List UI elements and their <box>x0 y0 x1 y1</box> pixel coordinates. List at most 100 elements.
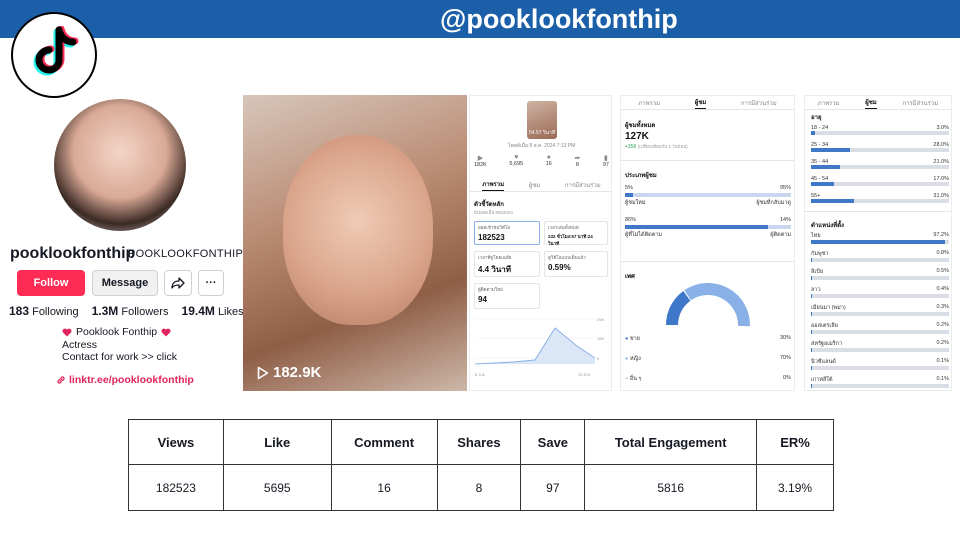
followers-count: 1.3M <box>91 304 119 318</box>
gender-legend-label: ● ชาย <box>625 335 640 343</box>
heart-icon <box>62 328 72 337</box>
metric-comments: ● 16 <box>545 154 552 167</box>
age-bar-row-track <box>811 165 949 169</box>
viewer-type-labels: ผู้ชมใหม่ ผู้ชมที่กลับมาดู <box>625 199 791 207</box>
location-bar-row-value: 0.2% <box>936 322 949 328</box>
message-button[interactable]: Message <box>92 270 158 296</box>
age-bar-row: 25 - 34 28.0% <box>811 142 949 152</box>
gender-legend-text: อื่น ๆ <box>629 376 642 382</box>
location-bar-row-value: 0.2% <box>936 340 949 346</box>
video-views-count: 182.9K <box>273 364 322 381</box>
location-bar-row-label: ลิเบีย 0.5% <box>811 268 949 276</box>
viewer-type-pcts: 5% 95% <box>625 185 791 191</box>
tab-viewers[interactable]: ผู้ชม <box>865 97 877 109</box>
gender-slice-1 <box>684 283 750 327</box>
age-bar-row-name: 55+ <box>811 193 821 199</box>
viewer-type-right-label: ผู้ชมที่กลับมาดู <box>756 200 791 206</box>
age-tabs: ภาพรวม ผู้ชม การมีส่วนร่วม <box>805 96 951 110</box>
location-bar-row-name: ไทย <box>811 233 821 239</box>
analytics-thumbnail: 54.57 วินาที <box>527 101 557 139</box>
video-thumbnail[interactable]: 182.9K <box>243 95 467 391</box>
more-button[interactable]: ··· <box>198 270 224 296</box>
tiktok-logo-icon <box>11 12 97 98</box>
age-bar-row-fill <box>811 148 850 152</box>
location-title: ตำแหน่งที่ตั้ง <box>811 223 844 229</box>
location-bar-row-track <box>811 294 949 298</box>
viewer-type-pcts: 86% 14% <box>625 217 791 223</box>
avatar[interactable] <box>54 99 186 231</box>
viewer-type-left-label: ผู้ชมใหม่ <box>625 200 646 206</box>
col-header-total-engagement: Total Engagement <box>584 419 758 465</box>
location-bar-row-name: สหรัฐอเมริกา <box>811 341 843 347</box>
profile-username: pooklookfonthip <box>10 245 136 262</box>
viewer-type-left-pct: 5% <box>625 185 633 191</box>
cell-comment: 16 <box>330 464 438 511</box>
tab-engagement[interactable]: การมีส่วนร่วม <box>741 98 777 108</box>
location-bar-row-track <box>811 258 949 262</box>
following-label[interactable]: Following <box>32 306 78 318</box>
metric-shares: ➦ 8 <box>574 155 581 168</box>
gender-legend-text: หญิง <box>629 356 641 362</box>
tab-engagement[interactable]: การมีส่วนร่วม <box>565 180 601 190</box>
comment-icon: ● <box>546 154 551 161</box>
col-header-comment: Comment <box>330 419 438 465</box>
age-bar-row-value: 21.0% <box>933 159 949 165</box>
location-bars: ไทย 97.2% กัมพูชา 0.8% ลิเบีย 0.5% ลาว 0.4% เมีย… <box>811 232 949 388</box>
location-bar-row-name: เมียนมา (พม่า) <box>811 305 846 311</box>
cell-er: 3.19% <box>756 464 834 511</box>
viewer-type-left-label: ผู้ที่ไม่ได้ติดตาม <box>625 232 663 238</box>
tab-overview[interactable]: ภาพรวม <box>482 179 505 191</box>
metric-likes: ♥ 5,695 <box>509 154 524 167</box>
metric-card-views[interactable]: ยอดเข้าชมวิดีโอ 182523 <box>474 221 540 245</box>
age-location-panel: ภาพรวม ผู้ชม การมีส่วนร่วม อายุ 18 - 24 3… <box>804 95 952 391</box>
location-bar-row-name: ออสเตรเลีย <box>811 323 838 329</box>
col-header-er: ER% <box>756 419 834 465</box>
profile-link-text[interactable]: linktr.ee/pooklookfonthip <box>69 374 194 386</box>
metric-card-new-followers[interactable]: ผู้ติดตามใหม่ 94 <box>474 283 540 309</box>
location-bar-row-label: เกาหลีใต้ 0.1% <box>811 376 949 384</box>
metric-saves: ▮ 97 <box>602 155 609 168</box>
location-bar-row-fill <box>811 276 812 280</box>
views-trend-chart: 29K 15K 0 8 ส.ค. 15 ส.ค. <box>474 317 604 377</box>
age-bar-row-track <box>811 131 949 135</box>
heart-icon <box>161 328 171 337</box>
followers-label[interactable]: Followers <box>121 306 168 318</box>
location-bar-row: ลาว 0.4% <box>811 286 949 298</box>
location-bar-row-label: นิวซีแลนด์ 0.1% <box>811 358 949 366</box>
tab-engagement[interactable]: การมีส่วนร่วม <box>902 98 938 108</box>
tab-overview[interactable]: ภาพรวม <box>638 98 660 108</box>
gender-legend-row: ● หญิง 70% <box>625 355 791 363</box>
tab-viewers[interactable]: ผู้ชม <box>529 180 541 190</box>
video-analytics-panel: 54.57 วินาที โพสต์เมื่อ 8 ส.ค. 2024 7:13… <box>469 95 612 391</box>
age-bar-row-track <box>811 199 949 203</box>
tab-viewers[interactable]: ผู้ชม <box>694 97 707 109</box>
profile-link[interactable]: linktr.ee/pooklookfonthip <box>56 374 194 386</box>
table-header-row: Views Like Comment Shares Save Total Eng… <box>128 419 834 465</box>
total-viewers: ผู้ชมทั้งหมด 127K +356 (เปรียบเทียบกับ 1… <box>625 123 688 150</box>
chart-x-end: 15 ส.ค. <box>578 372 591 377</box>
tab-overview[interactable]: ภาพรวม <box>818 98 840 108</box>
metric-card-full-watch[interactable]: ดูวิดีโอแบบเต็มแล้ว 0.59% <box>544 251 608 277</box>
gender-legend-label: ● อื่น ๆ <box>625 375 641 383</box>
location-bar-row-fill <box>811 240 946 244</box>
audience-panel: ภาพรวม ผู้ชม การมีส่วนร่วม ผู้ชมทั้งหมด … <box>620 95 795 391</box>
share-icon: ➦ <box>574 155 581 162</box>
location-bar-row-fill <box>811 258 813 262</box>
location-bar-row: ลิเบีย 0.5% <box>811 268 949 280</box>
follow-button[interactable]: Follow <box>17 270 85 296</box>
gender-slice-0 <box>666 291 691 326</box>
play-icon: ▶ <box>477 155 484 162</box>
metric-card-watch-time[interactable]: เวลาเล่นทั้งหมด 232 ชั่วโมง:57 นาที:24 วิ… <box>544 221 608 246</box>
age-bar-row-track <box>811 182 949 186</box>
age-bars: 18 - 24 3.0% 25 - 34 28.0% 35 - 44 21.0% 45 - … <box>811 118 949 203</box>
cell-save: 97 <box>520 464 586 511</box>
share-icon <box>171 277 185 289</box>
metric-card-avg-watch[interactable]: เวลาที่ดูโดยเฉลี่ย 4.4 วินาที <box>474 251 540 277</box>
location-bar-row-label: ออสเตรเลีย 0.2% <box>811 322 949 330</box>
share-button[interactable] <box>164 270 192 296</box>
location-bar-row: ไทย 97.2% <box>811 232 949 244</box>
play-icon <box>257 366 269 379</box>
bookmark-icon: ▮ <box>604 155 608 162</box>
location-bar-row-label: สหรัฐอเมริกา 0.2% <box>811 340 949 348</box>
gender-title: เพศ <box>625 274 635 280</box>
